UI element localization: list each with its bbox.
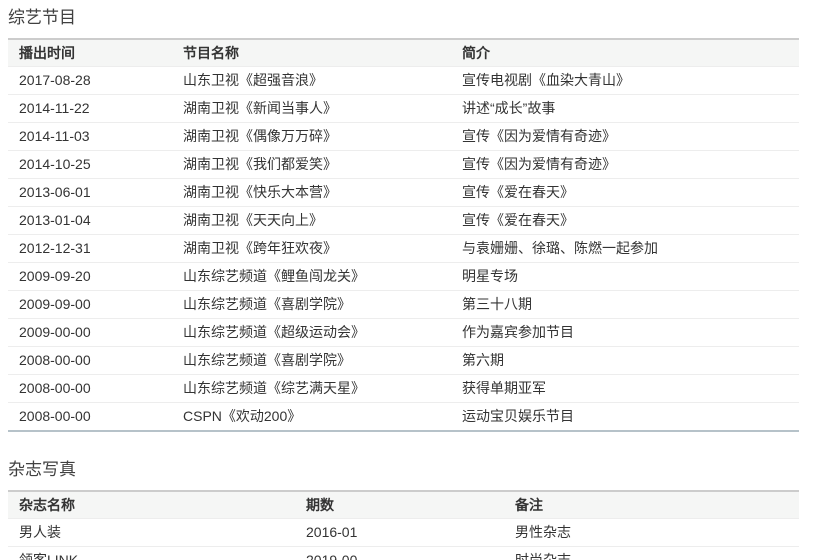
cell-program-name: 山东综艺频道《喜剧学院》 [172,291,451,319]
cell-magazine-name: 领客LINK [8,547,295,560]
column-header-magazine-name: 杂志名称 [8,491,295,519]
table-row: 2013-06-01 湖南卫视《快乐大本营》 宣传《爱在春天》 [8,179,799,207]
table-row: 2009-09-00 山东综艺频道《喜剧学院》 第三十八期 [8,291,799,319]
column-header-note: 备注 [504,491,799,519]
cell-note: 时尚杂志 [504,547,799,560]
cell-intro: 明星专场 [451,263,799,291]
cell-program-name: 湖南卫视《天天向上》 [172,207,451,235]
cell-intro: 宣传《因为爱情有奇迹》 [451,151,799,179]
page: 综艺节目 播出时间 节目名称 简介 2017-08-28 山东卫视《超强音浪》 … [0,0,823,560]
cell-broadcast-time: 2017-08-28 [8,67,172,95]
column-header-broadcast-time: 播出时间 [8,39,172,67]
cell-program-name: 湖南卫视《新闻当事人》 [172,95,451,123]
cell-program-name: 湖南卫视《我们都爱笑》 [172,151,451,179]
cell-intro: 运动宝贝娱乐节目 [451,403,799,432]
cell-magazine-name: 男人装 [8,519,295,547]
table-row: 2014-11-03 湖南卫视《偶像万万碎》 宣传《因为爱情有奇迹》 [8,123,799,151]
cell-program-name: 湖南卫视《跨年狂欢夜》 [172,235,451,263]
variety-shows-table: 播出时间 节目名称 简介 2017-08-28 山东卫视《超强音浪》 宣传电视剧… [8,38,799,432]
table-row: 2012-12-31 湖南卫视《跨年狂欢夜》 与袁姗姗、徐璐、陈燃一起参加 [8,235,799,263]
cell-broadcast-time: 2013-01-04 [8,207,172,235]
cell-broadcast-time: 2008-00-00 [8,347,172,375]
section-magazines: 杂志写真 杂志名称 期数 备注 男人装 2016-01 男性杂志 领客LINK … [8,460,799,560]
table-row: 领客LINK 2019-00 时尚杂志 [8,547,799,560]
cell-program-name: 山东综艺频道《综艺满天星》 [172,375,451,403]
cell-broadcast-time: 2014-10-25 [8,151,172,179]
table-row: 2008-00-00 山东综艺频道《喜剧学院》 第六期 [8,347,799,375]
cell-program-name: 山东综艺频道《喜剧学院》 [172,347,451,375]
cell-intro: 第三十八期 [451,291,799,319]
cell-note: 男性杂志 [504,519,799,547]
variety-shows-title: 综艺节目 [8,8,799,28]
cell-program-name: 山东综艺频道《鲤鱼闯龙关》 [172,263,451,291]
cell-program-name: 山东综艺频道《超级运动会》 [172,319,451,347]
magazines-title: 杂志写真 [8,460,799,480]
cell-intro: 宣传《因为爱情有奇迹》 [451,123,799,151]
table-header-row: 杂志名称 期数 备注 [8,491,799,519]
cell-issue: 2016-01 [295,519,504,547]
cell-intro: 作为嘉宾参加节目 [451,319,799,347]
cell-intro: 第六期 [451,347,799,375]
cell-broadcast-time: 2014-11-22 [8,95,172,123]
cell-program-name: 湖南卫视《快乐大本营》 [172,179,451,207]
table-row: 2017-08-28 山东卫视《超强音浪》 宣传电视剧《血染大青山》 [8,67,799,95]
table-row: 男人装 2016-01 男性杂志 [8,519,799,547]
cell-program-name: CSPN《欢动200》 [172,403,451,432]
cell-intro: 宣传《爱在春天》 [451,179,799,207]
cell-broadcast-time: 2008-00-00 [8,403,172,432]
table-row: 2014-11-22 湖南卫视《新闻当事人》 讲述“成长”故事 [8,95,799,123]
table-row: 2008-00-00 山东综艺频道《综艺满天星》 获得单期亚军 [8,375,799,403]
table-row: 2009-09-20 山东综艺频道《鲤鱼闯龙关》 明星专场 [8,263,799,291]
cell-broadcast-time: 2009-00-00 [8,319,172,347]
cell-program-name: 湖南卫视《偶像万万碎》 [172,123,451,151]
cell-broadcast-time: 2009-09-20 [8,263,172,291]
cell-intro: 讲述“成长”故事 [451,95,799,123]
cell-broadcast-time: 2013-06-01 [8,179,172,207]
table-row: 2014-10-25 湖南卫视《我们都爱笑》 宣传《因为爱情有奇迹》 [8,151,799,179]
cell-broadcast-time: 2008-00-00 [8,375,172,403]
cell-program-name: 山东卫视《超强音浪》 [172,67,451,95]
table-header-row: 播出时间 节目名称 简介 [8,39,799,67]
table-row: 2008-00-00 CSPN《欢动200》 运动宝贝娱乐节目 [8,403,799,432]
column-header-issue: 期数 [295,491,504,519]
table-row: 2009-00-00 山东综艺频道《超级运动会》 作为嘉宾参加节目 [8,319,799,347]
magazines-table: 杂志名称 期数 备注 男人装 2016-01 男性杂志 领客LINK 2019-… [8,490,799,560]
cell-issue: 2019-00 [295,547,504,560]
cell-intro: 与袁姗姗、徐璐、陈燃一起参加 [451,235,799,263]
cell-intro: 获得单期亚军 [451,375,799,403]
column-header-intro: 简介 [451,39,799,67]
column-header-program-name: 节目名称 [172,39,451,67]
section-variety-shows: 综艺节目 播出时间 节目名称 简介 2017-08-28 山东卫视《超强音浪》 … [8,8,799,432]
cell-broadcast-time: 2009-09-00 [8,291,172,319]
cell-broadcast-time: 2012-12-31 [8,235,172,263]
cell-intro: 宣传电视剧《血染大青山》 [451,67,799,95]
cell-intro: 宣传《爱在春天》 [451,207,799,235]
table-row: 2013-01-04 湖南卫视《天天向上》 宣传《爱在春天》 [8,207,799,235]
cell-broadcast-time: 2014-11-03 [8,123,172,151]
